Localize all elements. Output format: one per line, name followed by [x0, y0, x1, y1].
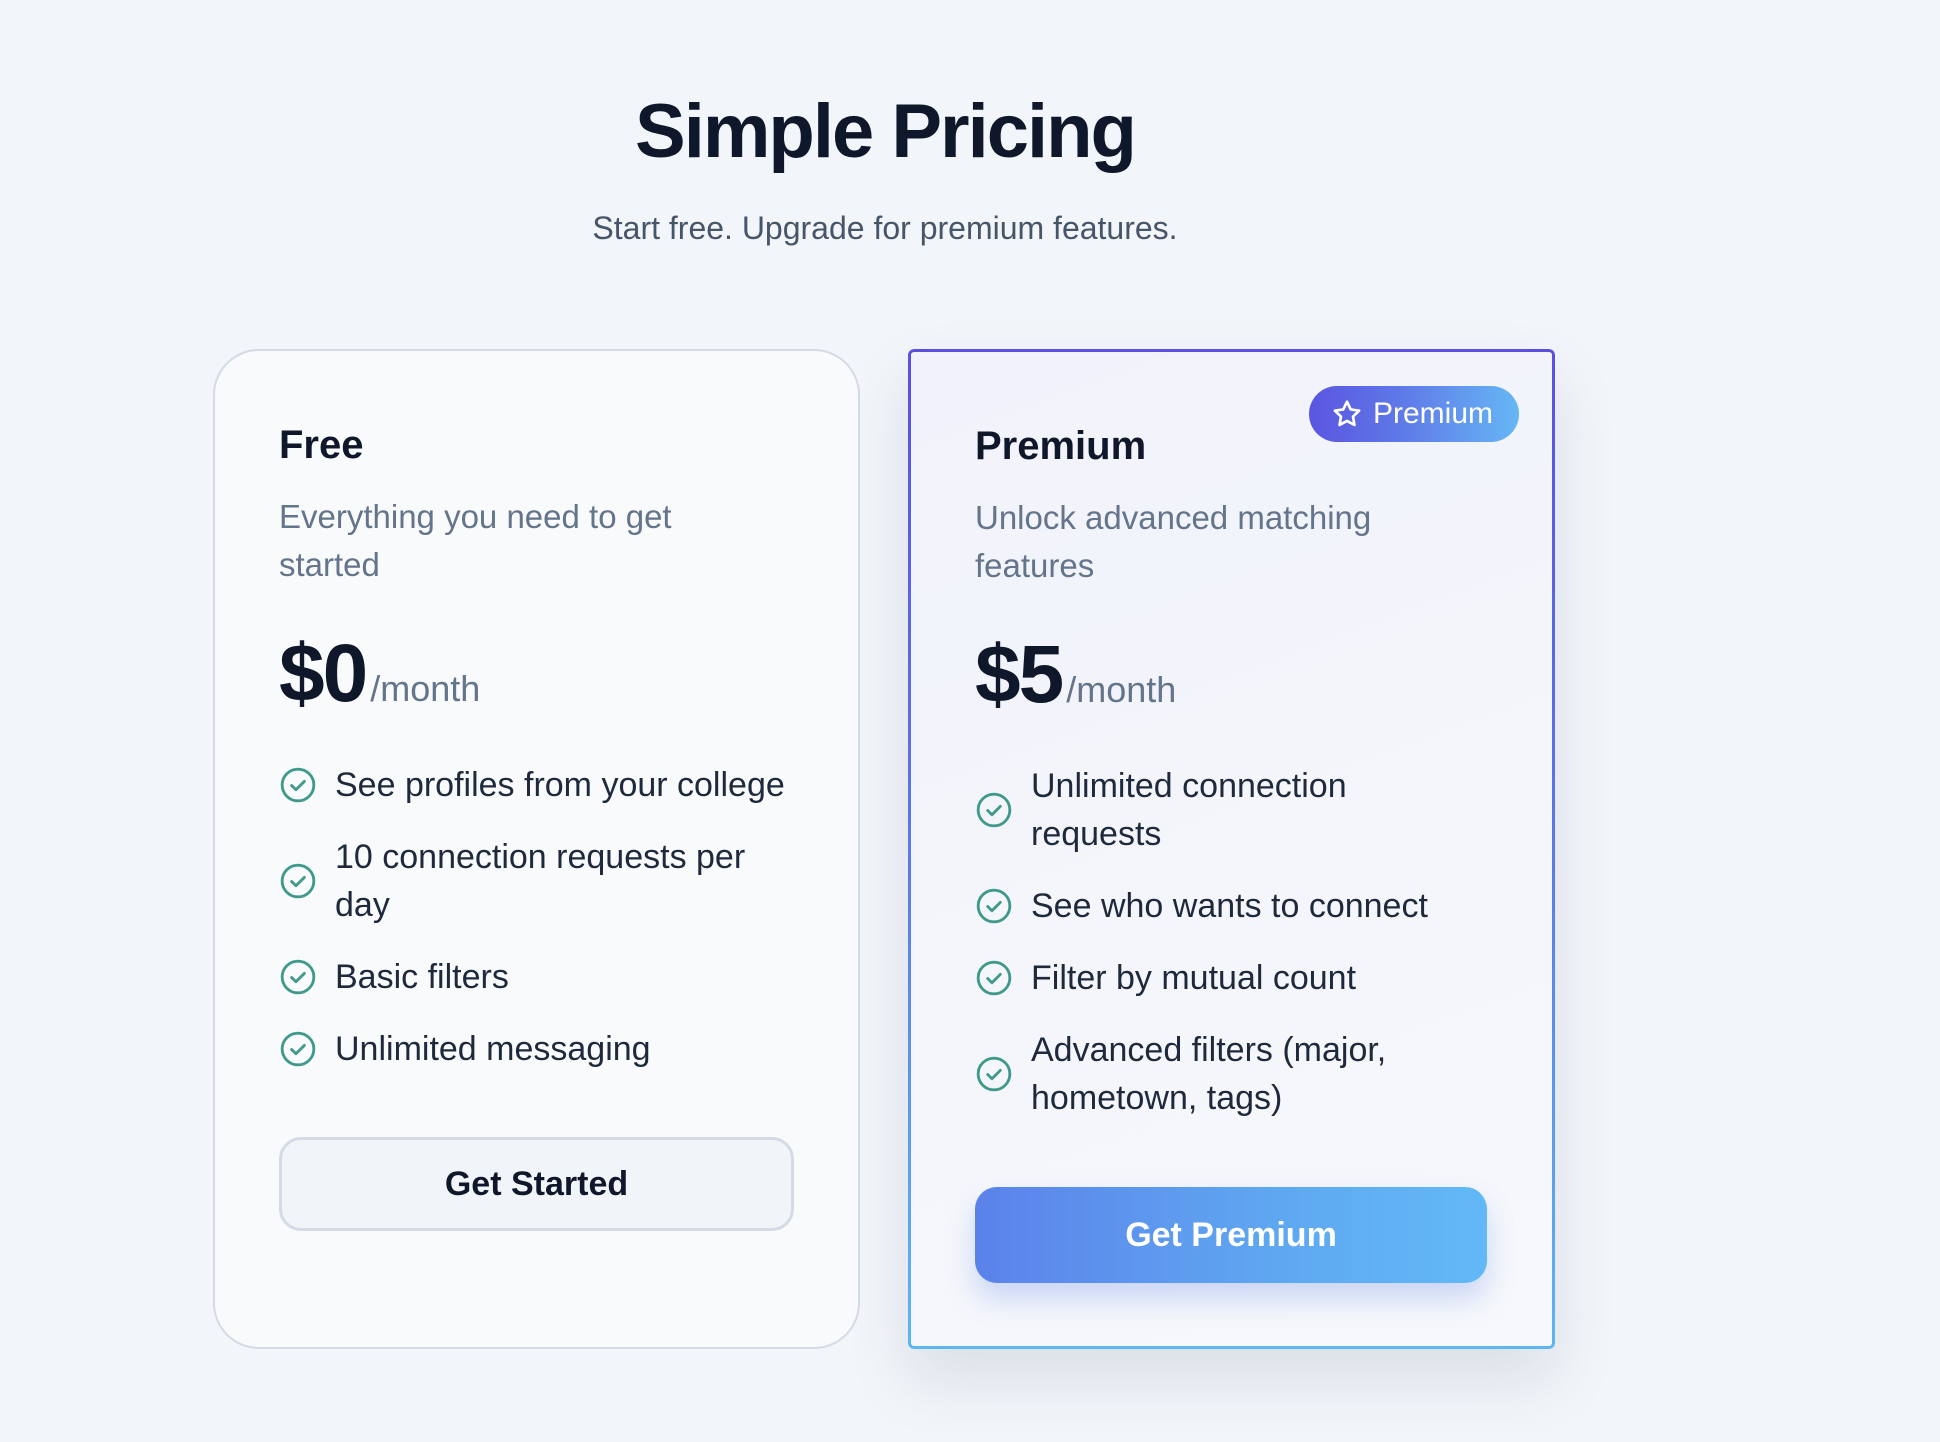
- check-circle-icon: [280, 1031, 316, 1067]
- plan-period: /month: [370, 668, 481, 709]
- feature-item: Unlimited messaging: [279, 1025, 794, 1073]
- feature-text: See who wants to connect: [1031, 887, 1428, 925]
- check-circle-icon: [280, 767, 316, 803]
- plan-description: Unlock advanced matching features: [975, 499, 1372, 584]
- page-subtitle: Start free. Upgrade for premium features…: [592, 210, 1178, 247]
- feature-item: Filter by mutual count: [975, 954, 1488, 1002]
- feature-text: Filter by mutual count: [1031, 959, 1357, 997]
- price-row: $0 /month: [279, 633, 794, 715]
- check-circle-icon: [976, 1056, 1012, 1092]
- check-circle-icon: [976, 888, 1012, 924]
- feature-text: Advanced filters (major, hometown, tags): [1031, 1031, 1387, 1117]
- feature-text: Unlimited messaging: [335, 1030, 651, 1068]
- feature-text: Unlimited connection requests: [1031, 767, 1347, 853]
- feature-item: Advanced filters (major, hometown, tags): [975, 1026, 1488, 1122]
- page-title: Simple Pricing: [635, 89, 1137, 174]
- plan-card-content: Premium Unlock advanced matching feature…: [975, 422, 1488, 1146]
- feature-item: Basic filters: [279, 953, 794, 1001]
- check-circle-icon: [976, 792, 1012, 828]
- feature-list: See profiles from your college 10 connec…: [279, 761, 794, 1073]
- plan-card-premium: Premium Premium Unlock advanced matching…: [908, 349, 1555, 1349]
- feature-item: 10 connection requests per day: [279, 833, 794, 929]
- plan-description: Everything you need to get started: [279, 498, 672, 583]
- feature-item: See who wants to connect: [975, 882, 1488, 930]
- plan-price: $0: [279, 628, 368, 719]
- pricing-header: Simple Pricing Start free. Upgrade for p…: [0, 88, 1770, 248]
- feature-text: Basic filters: [335, 958, 509, 996]
- plan-name: Premium: [975, 424, 1147, 468]
- check-circle-icon: [976, 960, 1012, 996]
- plan-card-content: Free Everything you need to get started …: [279, 421, 794, 1097]
- feature-list: Unlimited connection requests See who wa…: [975, 762, 1488, 1122]
- plan-price: $5: [975, 629, 1064, 720]
- price-row: $5 /month: [975, 634, 1488, 716]
- get-premium-button[interactable]: Get Premium: [975, 1187, 1487, 1283]
- get-started-button[interactable]: Get Started: [279, 1137, 794, 1231]
- plan-card-free: Free Everything you need to get started …: [213, 349, 860, 1349]
- plan-name: Free: [279, 423, 364, 467]
- check-circle-icon: [280, 959, 316, 995]
- plan-period: /month: [1066, 669, 1177, 710]
- feature-item: Unlimited connection requests: [975, 762, 1488, 858]
- feature-text: See profiles from your college: [335, 766, 785, 804]
- feature-item: See profiles from your college: [279, 761, 794, 809]
- feature-text: 10 connection requests per day: [335, 838, 746, 924]
- check-circle-icon: [280, 863, 316, 899]
